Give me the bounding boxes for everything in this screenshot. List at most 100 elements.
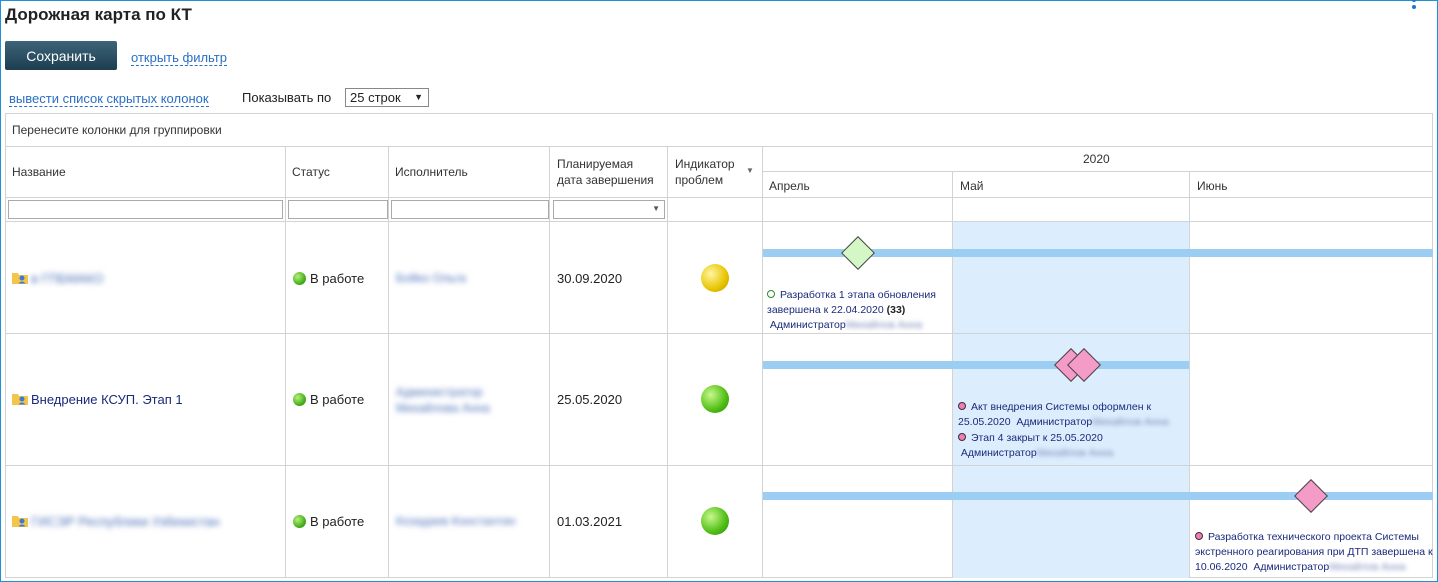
timeline-month-june: Июнь	[1197, 179, 1228, 193]
note-line: завершена к 22.04.2020 (33)	[767, 303, 951, 318]
note-author-name: Михайлов Анна	[1036, 447, 1114, 459]
column-header-name[interactable]: Название	[12, 164, 66, 180]
bullet-icon	[1195, 532, 1203, 540]
project-folder-icon	[12, 273, 28, 284]
planned-date-cell: 25.05.2020	[557, 392, 623, 407]
name-filter-input[interactable]	[8, 200, 283, 219]
bullet-icon	[958, 433, 966, 441]
note-line: Разработка 1 этапа обновления	[767, 288, 951, 303]
note-count: (33)	[886, 304, 906, 316]
milestone-note[interactable]: Разработка 1 этапа обновления завершена …	[767, 288, 951, 333]
date-filter-select[interactable]: ▼	[553, 200, 665, 219]
timeline-year: 2020	[1083, 152, 1110, 166]
save-button[interactable]: Сохранить	[5, 41, 117, 70]
rows-per-page-value: 25 строк	[350, 90, 401, 105]
column-header-assignee[interactable]: Исполнитель	[395, 164, 468, 180]
row-divider	[763, 171, 1433, 172]
note-text: завершена к 22.04.2020	[767, 304, 884, 316]
milestone-note[interactable]: Разработка технического проекта Системы …	[1195, 530, 1435, 575]
note-author-name: Михайлов Анна	[1329, 561, 1406, 573]
status-green-icon	[293, 393, 306, 406]
assignee-cell[interactable]: Администратор Михайлова Анна	[396, 384, 506, 416]
status-green-icon	[293, 272, 306, 285]
row-divider	[6, 465, 1433, 466]
status-green-icon	[293, 515, 306, 528]
milestone-note[interactable]: Этап 4 закрыт к 25.05.2020 Администратор…	[958, 431, 1186, 461]
row-divider	[6, 197, 1433, 198]
note-text: 25.05.2020	[958, 416, 1011, 428]
note-text: Акт внедрения Системы оформлен к	[971, 401, 1152, 413]
timeline-month-april: Апрель	[769, 179, 810, 193]
problem-indicator-green-icon	[701, 507, 729, 535]
note-author: Администратор	[1016, 416, 1093, 428]
bullet-icon	[958, 402, 966, 410]
timeline-month-may: Май	[960, 179, 984, 193]
planned-date-cell: 01.03.2021	[557, 514, 623, 529]
note-line: Разработка технического проекта Системы	[1195, 530, 1435, 545]
month-divider	[952, 172, 953, 578]
bullet-icon	[767, 290, 775, 298]
note-text: Разработка технического проекта Системы	[1208, 531, 1419, 543]
header-line: Планируемая	[557, 157, 634, 171]
note-author: Администратор	[769, 319, 846, 331]
group-drop-zone[interactable]: Перенесите колонки для группировки	[6, 114, 1433, 147]
note-text: 10.06.2020	[1195, 561, 1248, 573]
note-author: Администратор	[960, 447, 1037, 459]
project-folder-icon	[12, 394, 28, 405]
note-author-name: Михайлов Анна	[845, 319, 923, 331]
rows-per-page-label: Показывать по	[242, 90, 332, 105]
header-line: проблем	[675, 173, 724, 187]
note-line: АдминистраторМихайлов Анна	[767, 318, 951, 333]
note-line: 25.05.2020 АдминистраторМихайлов Анна	[958, 415, 1186, 430]
row-divider	[6, 333, 1433, 334]
problem-indicator-yellow-icon	[701, 264, 729, 292]
more-menu-icon[interactable]	[1412, 0, 1418, 12]
note-line: 10.06.2020 АдминистраторМихайлов Анна	[1195, 560, 1435, 575]
column-header-planned-date[interactable]: Планируемая дата завершения	[557, 156, 654, 188]
row-name[interactable]: Внедрение КСУП. Этап 1	[31, 392, 183, 407]
note-text: Разработка 1 этапа обновления	[780, 289, 936, 301]
col-divider	[285, 146, 286, 578]
column-header-status[interactable]: Статус	[292, 164, 330, 180]
page-title: Дорожная карта по КТ	[5, 5, 192, 24]
status-text: В работе	[310, 392, 365, 407]
assignee-cell[interactable]: Бойко Ольга	[396, 271, 466, 285]
note-line: Этап 4 закрыт к 25.05.2020	[958, 431, 1186, 446]
status-cell: В работе	[293, 271, 364, 286]
note-text: Этап 4 закрыт к 25.05.2020	[971, 432, 1103, 444]
status-filter-input[interactable]	[288, 200, 388, 219]
status-text: В работе	[310, 514, 365, 529]
problem-indicator-green-icon	[701, 385, 729, 413]
col-divider	[388, 146, 389, 578]
status-cell: В работе	[293, 514, 364, 529]
header-line: дата завершения	[557, 173, 654, 187]
gantt-bar[interactable]	[763, 492, 1433, 500]
note-author: Администратор	[1253, 561, 1330, 573]
column-header-indicator[interactable]: Индикатор проблем	[675, 156, 735, 188]
chevron-down-icon: ▼	[414, 92, 423, 102]
note-author-name: Михайлов Анна	[1092, 416, 1169, 428]
hidden-columns-link[interactable]: вывести список скрытых колонок	[9, 91, 209, 107]
group-hint: Перенесите колонки для группировки	[12, 123, 222, 137]
assignee-filter-input[interactable]	[391, 200, 549, 219]
assignee-cell[interactable]: Козадаев Константин	[396, 514, 516, 528]
project-folder-icon	[12, 516, 28, 527]
row-name[interactable]: ГИСЭР Республики Узбекистан	[31, 514, 220, 529]
note-text: экстренного реагирования при ДТП заверше…	[1195, 546, 1433, 558]
status-cell: В работе	[293, 392, 364, 407]
note-line: АдминистраторМихайлов Анна	[958, 446, 1186, 461]
rows-per-page-select[interactable]: 25 строк ▼	[345, 88, 429, 107]
col-divider	[549, 146, 550, 578]
status-text: В работе	[310, 271, 365, 286]
open-filter-link[interactable]: открыть фильтр	[131, 50, 227, 66]
row-name[interactable]: в ГПБМАКО	[31, 271, 103, 286]
sort-dropdown-icon[interactable]: ▼	[746, 163, 754, 179]
month-divider	[1189, 172, 1190, 578]
note-line: Акт внедрения Системы оформлен к	[958, 400, 1186, 415]
row-divider	[6, 221, 1433, 222]
gantt-bar[interactable]	[763, 361, 1189, 369]
note-line: экстренного реагирования при ДТП заверше…	[1195, 545, 1435, 560]
milestone-note[interactable]: Акт внедрения Системы оформлен к 25.05.2…	[958, 400, 1186, 430]
planned-date-cell: 30.09.2020	[557, 271, 623, 286]
col-divider	[667, 146, 668, 578]
